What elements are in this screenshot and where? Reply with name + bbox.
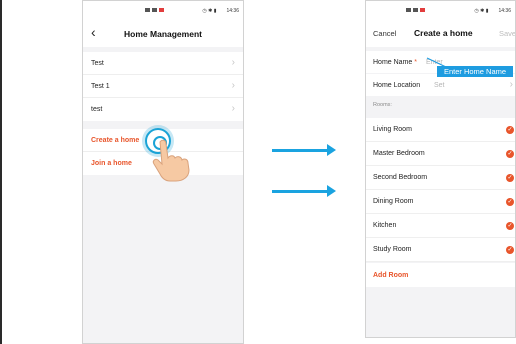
status-bar: ◷ ✱ ▮ 14:36 — [83, 1, 243, 21]
list-item[interactable]: Living Room ✓ — [366, 118, 515, 142]
check-icon[interactable]: ✓ — [506, 198, 514, 206]
chevron-right-icon: › — [231, 80, 235, 91]
home-location-label: Home Location — [373, 81, 421, 89]
page-title: Create a home — [414, 28, 473, 38]
frame-border — [0, 0, 2, 344]
list-item[interactable]: test › — [83, 98, 243, 121]
chevron-left-icon[interactable]: ‹ — [91, 24, 96, 40]
list-item[interactable]: Study Room ✓ — [366, 238, 515, 262]
room-label: Master Bedroom — [373, 150, 425, 157]
list-item[interactable]: Kitchen ✓ — [366, 214, 515, 238]
pointing-hand-icon — [152, 139, 190, 182]
status-time: 14:36 — [498, 8, 511, 14]
check-icon[interactable]: ✓ — [506, 126, 514, 134]
room-label: Dining Room — [373, 198, 414, 205]
notification-icons — [406, 8, 425, 12]
rooms-caption: Rooms: — [373, 102, 392, 108]
flow-arrow-2 — [272, 185, 336, 197]
homes-list: Test › Test 1 › test › — [83, 52, 243, 121]
chevron-right-icon: › — [509, 79, 513, 90]
cancel-button[interactable]: Cancel — [373, 29, 396, 38]
room-label: Second Bedroom — [373, 174, 428, 181]
list-item[interactable]: Master Bedroom ✓ — [366, 142, 515, 166]
list-item[interactable]: Second Bedroom ✓ — [366, 166, 515, 190]
flow-arrow-1 — [272, 144, 336, 156]
tooltip: Enter Home Name — [437, 66, 513, 77]
save-button[interactable]: Save — [499, 29, 515, 38]
home-label: Test 1 — [91, 82, 110, 90]
chevron-right-icon: › — [231, 57, 235, 68]
page-title: Home Management — [124, 29, 202, 39]
home-label: test — [91, 106, 103, 113]
list-item[interactable]: Test 1 › — [83, 75, 243, 98]
chevron-right-icon: › — [231, 103, 235, 114]
room-label: Kitchen — [373, 222, 397, 229]
nav-bar: ‹ Home Management — [83, 21, 243, 47]
nav-bar: Cancel Create a home Save — [366, 21, 515, 47]
notification-icons — [145, 8, 164, 12]
create-home-screen: ◷ ✱ ▮ 14:36 Cancel Create a home Save Ho… — [365, 0, 516, 338]
check-icon[interactable]: ✓ — [506, 174, 514, 182]
room-label: Study Room — [373, 246, 412, 253]
status-bar: ◷ ✱ ▮ 14:36 — [366, 1, 515, 21]
home-name-label: Home Name — [373, 58, 413, 66]
home-location-value[interactable]: Set — [434, 82, 445, 89]
home-label: Test — [91, 59, 104, 67]
status-time: 14:36 — [226, 8, 239, 14]
required-marker: * — [414, 58, 418, 66]
check-icon[interactable]: ✓ — [506, 222, 514, 230]
home-location-field[interactable]: Home Location Set › — [366, 74, 515, 96]
list-item[interactable]: Test › — [83, 52, 243, 75]
room-label: Living Room — [373, 126, 412, 133]
list-item[interactable]: Dining Room ✓ — [366, 190, 515, 214]
status-icons: ◷ ✱ ▮ — [202, 8, 217, 14]
check-icon[interactable]: ✓ — [506, 150, 514, 158]
add-room-button[interactable]: Add Room — [366, 263, 515, 287]
status-icons: ◷ ✱ ▮ — [474, 8, 489, 14]
check-icon[interactable]: ✓ — [506, 246, 514, 254]
